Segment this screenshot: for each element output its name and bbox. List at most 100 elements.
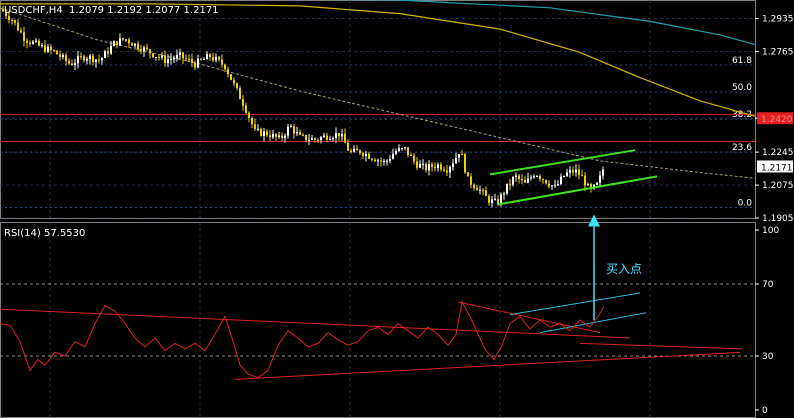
candle-body: [158, 56, 160, 58]
candle-body: [245, 105, 247, 113]
buy-arrow-head: [588, 214, 600, 227]
candle-body: [188, 58, 190, 60]
candle-body: [164, 55, 166, 64]
candle-body: [71, 63, 73, 65]
candle-body: [107, 51, 109, 54]
candle-body: [431, 164, 433, 168]
candle-body: [527, 178, 529, 183]
highlighted-level-text: 1.2420: [761, 115, 793, 125]
candle-body: [176, 54, 178, 59]
candle-body: [329, 139, 331, 141]
candle-body: [80, 56, 82, 58]
candle-body: [92, 55, 94, 63]
candle-body: [203, 59, 205, 61]
candle-body: [182, 52, 184, 59]
rsi-red-lower-trendline: [234, 351, 741, 380]
candle-body: [374, 159, 376, 162]
candle-body: [302, 134, 304, 136]
candle-body: [134, 43, 136, 46]
candle-body: [365, 153, 367, 157]
main-y-tick-label: 1.2245: [762, 148, 794, 158]
candle-body: [89, 55, 91, 59]
candle-body: [131, 43, 133, 46]
candle-body: [458, 154, 460, 158]
candle-body: [290, 126, 292, 128]
rsi-panel-border: [0, 222, 756, 418]
candle-body: [62, 55, 64, 57]
candle-body: [224, 64, 226, 70]
candle-body: [488, 195, 490, 203]
candle-body: [563, 175, 565, 177]
main-y-tick-label: 1.2075: [762, 181, 794, 191]
candle-body: [416, 161, 418, 168]
candle-body: [428, 164, 430, 171]
candle-body: [422, 163, 424, 165]
candle-body: [332, 138, 334, 140]
candle-body: [314, 138, 316, 140]
candle-body: [257, 128, 259, 130]
candle-body: [98, 59, 100, 61]
candle-body: [215, 56, 217, 61]
candle-body: [419, 164, 421, 168]
candle-body: [536, 176, 538, 178]
candle-body: [317, 139, 319, 141]
candle-body: [479, 189, 481, 191]
candle-body: [539, 176, 541, 179]
candle-body: [353, 148, 355, 152]
candle-body: [119, 38, 121, 46]
candle-body: [44, 45, 46, 52]
chart-canvas[interactable]: 1.2935 1.2765 1.2420 1.2245 1.2075 1.1905 61.8…: [0, 0, 794, 418]
candle-body: [149, 49, 151, 54]
candle-body: [53, 50, 55, 52]
candle-body: [170, 58, 172, 60]
candle-body: [296, 132, 298, 134]
buy-point-annotation: 买入点: [606, 262, 643, 276]
symbol-label: USDCHF,H4 1.2079 1.2192 1.2077 1.2171: [4, 5, 219, 17]
candle-body: [272, 133, 274, 138]
candle-body: [236, 83, 238, 89]
candle-body: [269, 135, 271, 138]
candle-body: [569, 170, 571, 173]
candle-body: [20, 30, 22, 33]
current-price-text: 1.2171: [761, 163, 793, 173]
candle-body: [308, 139, 310, 141]
rsi-red-bottom-line: [579, 342, 743, 350]
candle-body: [287, 126, 289, 136]
candle-body: [584, 175, 586, 186]
candle-body: [566, 172, 568, 176]
candle-body: [191, 58, 193, 63]
candle-body: [101, 58, 103, 61]
candle-body: [506, 183, 508, 194]
candle-body: [155, 56, 157, 58]
candle-body: [461, 154, 463, 156]
candle-body: [263, 131, 265, 136]
candle-body: [137, 43, 139, 50]
symbol-text: USDCHF,H4: [4, 5, 63, 16]
candle-body: [533, 176, 535, 178]
candle-body: [554, 185, 556, 187]
candle-body: [65, 55, 67, 61]
candle-body: [221, 59, 223, 65]
candle-body: [503, 193, 505, 195]
candle-body: [41, 45, 43, 47]
candle-body: [173, 58, 175, 60]
candle-body: [320, 137, 322, 141]
candle-body: [50, 46, 52, 51]
candle-body: [446, 170, 448, 173]
candle-body: [443, 169, 445, 171]
candle-body: [518, 175, 520, 179]
candle-body: [227, 69, 229, 75]
candle-body: [14, 20, 16, 23]
candle-body: [230, 74, 232, 81]
candle-body: [473, 184, 475, 188]
candle-body: [266, 131, 268, 136]
candle-body: [494, 198, 496, 200]
candle-body: [17, 22, 19, 31]
candle-body: [440, 164, 442, 170]
candle-body: [152, 53, 154, 58]
candle-body: [74, 63, 76, 65]
candle-body: [251, 117, 253, 125]
candle-body: [512, 177, 514, 185]
candle-body: [464, 154, 466, 173]
candle-body: [530, 177, 532, 179]
